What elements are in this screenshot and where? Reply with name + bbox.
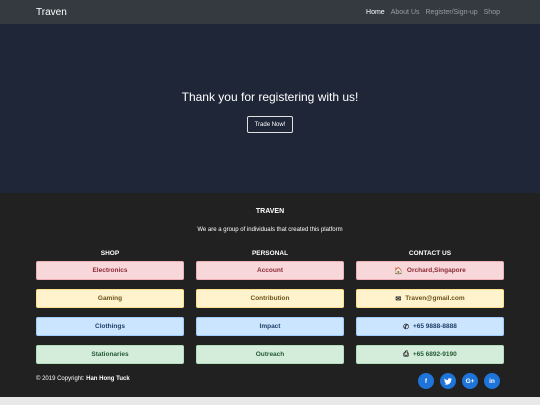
twitter-icon[interactable] [440,373,456,389]
footer-title: TRAVEN [255,208,285,215]
personal-outreach-button[interactable]: Outreach [196,345,344,364]
shop-stationaries-button[interactable]: Stationaries [36,345,184,364]
button-label: Outreach [255,351,285,358]
contact-phone-button[interactable]: ✆ +65 9888-8888 [356,317,504,336]
nav-links: Home About Us Register/Sign-up Shop [366,9,500,16]
linkedin-icon[interactable]: in [484,373,500,389]
button-label: Clothings [95,323,125,330]
google-plus-icon[interactable]: G+ [462,373,478,389]
personal-impact-button[interactable]: Impact [196,317,344,336]
contact-address-button[interactable]: 🏠 Orchard,Singapore [356,261,504,280]
copyright-prefix: © 2019 Copyright: [36,376,85,382]
brand-logo[interactable]: Traven [36,7,67,18]
copyright: © 2019 Copyright: Han Hong Tuck [36,376,130,382]
personal-contribution-button[interactable]: Contribution [196,289,344,308]
button-label: +65 9888-8888 [412,323,457,330]
footer-subtitle: We are a group of individuals that creat… [197,227,343,233]
button-label: Gaming [97,295,123,302]
hero-section: Thank you for registering with us! Trade… [0,24,540,193]
facebook-icon[interactable]: f [418,373,434,389]
footer: TRAVEN We are a group of individuals tha… [0,193,540,397]
nav-link-register[interactable]: Register/Sign-up [426,9,478,16]
button-label: Stationaries [91,351,129,358]
contact-heading: CONTACT US [408,250,452,257]
button-label: Traven@gmail.com [405,295,465,302]
social-links: f G+ in [418,373,500,389]
trade-now-button[interactable]: Trade Now! [247,116,293,133]
button-label: Orchard,Singapore [406,267,466,274]
button-label: +65 6892-9190 [412,351,457,358]
button-label: Account [257,267,283,274]
fax-icon: ⎙ [403,350,409,358]
contact-fax-button[interactable]: ⎙ +65 6892-9190 [356,345,504,364]
shop-clothings-button[interactable]: Clothings [36,317,184,336]
navbar: Traven Home About Us Register/Sign-up Sh… [0,0,540,24]
contact-email-button[interactable]: ✉ Traven@gmail.com [356,289,504,308]
home-icon: 🏠 [394,267,403,275]
envelope-icon: ✉ [395,295,402,303]
nav-link-about[interactable]: About Us [391,9,420,16]
copyright-name: Han Hong Tuck [86,376,130,382]
hero-title: Thank you for registering with us! [181,90,359,104]
nav-link-home[interactable]: Home [366,9,385,16]
shop-electronics-button[interactable]: Electronics [36,261,184,280]
shop-gaming-button[interactable]: Gaming [36,289,184,308]
button-label: Contribution [250,295,290,302]
nav-link-shop[interactable]: Shop [484,9,500,16]
shop-heading: SHOP [100,250,120,257]
button-label: Impact [259,323,281,330]
phone-icon: ✆ [403,323,409,331]
button-label: Electronics [92,267,128,274]
personal-heading: PERSONAL [251,250,289,257]
personal-account-button[interactable]: Account [196,261,344,280]
bottom-strip [0,397,540,405]
